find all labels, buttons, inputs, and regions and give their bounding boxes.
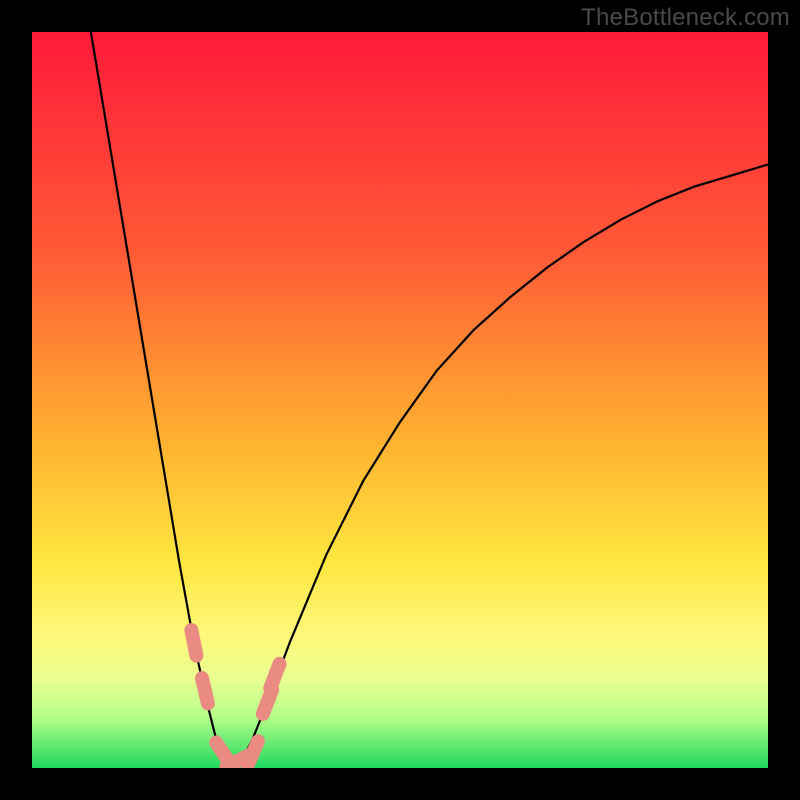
plot-area: [32, 32, 768, 768]
chart-svg: [32, 32, 768, 768]
gradient-bg: [32, 32, 768, 768]
marker-bottom-c: [248, 741, 258, 765]
marker-right-upper: [270, 664, 279, 688]
watermark-text: TheBottleneck.com: [581, 4, 790, 32]
chart-frame: TheBottleneck.com: [0, 0, 800, 800]
marker-left-lower: [202, 678, 208, 703]
marker-left-upper: [191, 630, 196, 656]
